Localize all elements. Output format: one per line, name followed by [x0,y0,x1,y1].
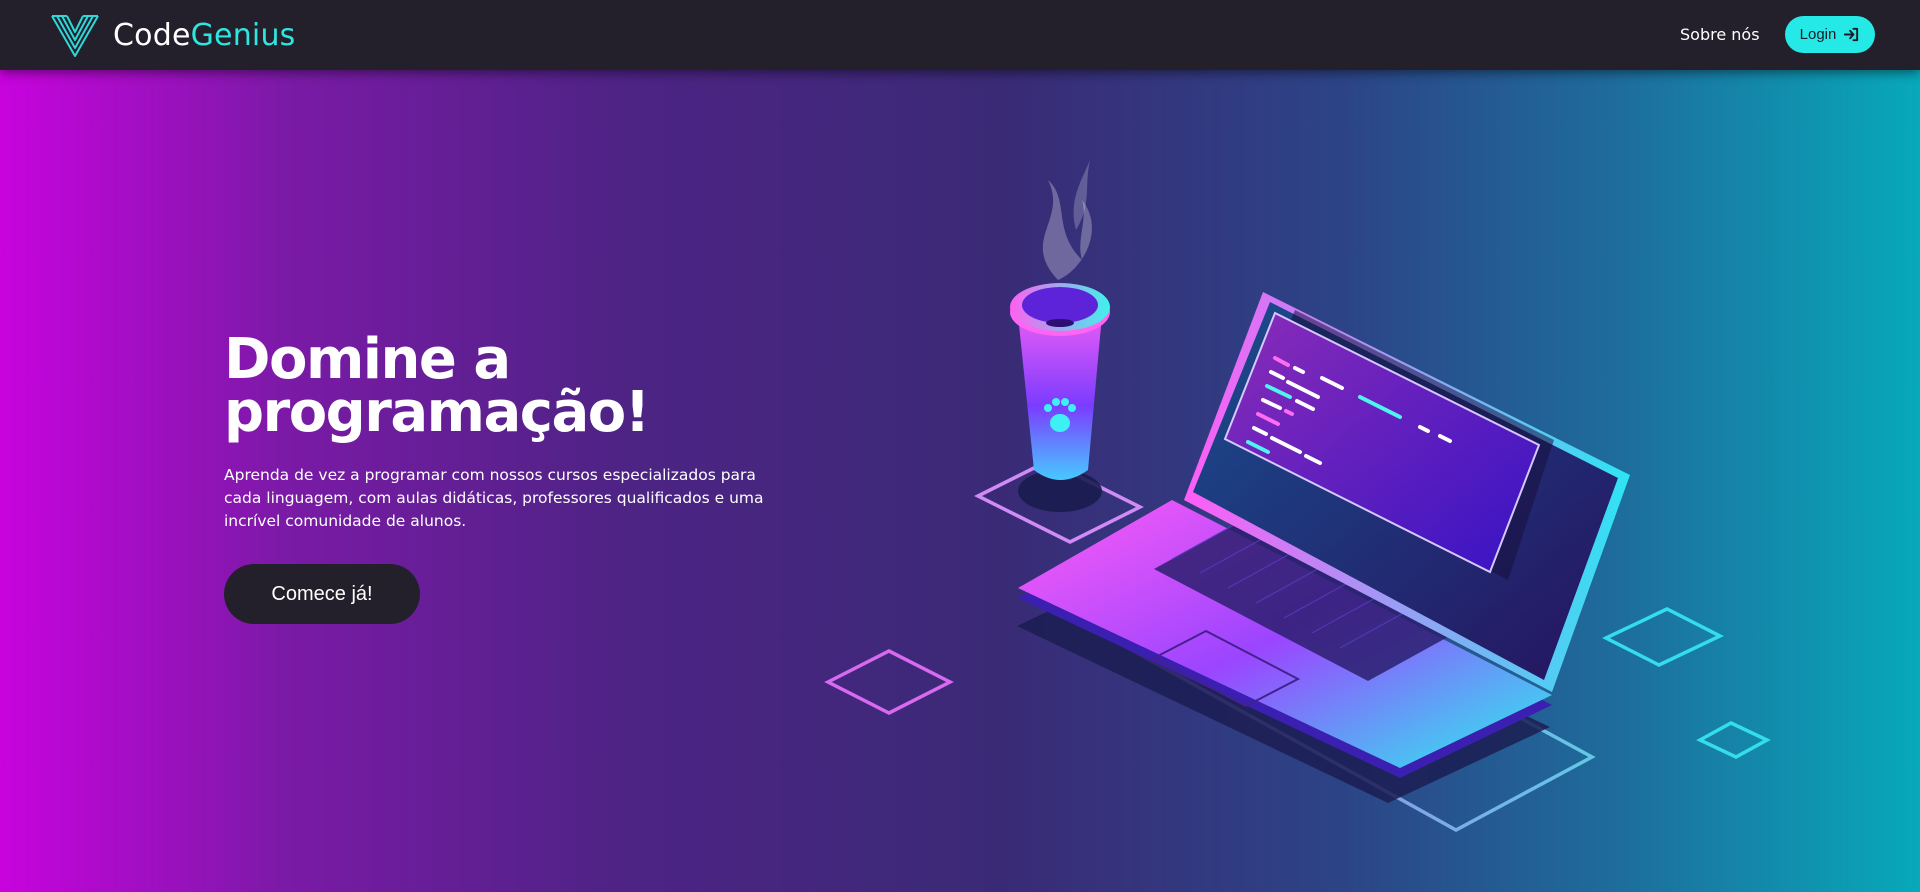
hero-description: Aprenda de vez a programar com nossos cu… [224,466,764,530]
hero-section: Domine a programação! Aprenda de vez a p… [0,70,1920,892]
top-navbar: Code Genius Sobre nós Login [0,0,1920,70]
laptop-coffee-illustration [824,160,1771,832]
v-logo-icon [51,15,99,57]
login-button[interactable]: Login [1785,16,1875,53]
brand-name-genius: Genius [190,17,296,53]
brand-name-code: Code [113,17,191,53]
get-started-button[interactable]: Comece já! [224,564,420,624]
nav-link-about[interactable]: Sobre nós [1680,22,1760,48]
hero-title-line2: programação! [224,380,650,445]
hero-title: Domine a programação! [224,332,784,441]
brand-name: Code Genius [113,18,296,53]
brand-logo[interactable]: Code Genius [50,12,296,58]
login-arrow-icon [1844,27,1859,42]
login-button-label: Login [1799,26,1837,43]
